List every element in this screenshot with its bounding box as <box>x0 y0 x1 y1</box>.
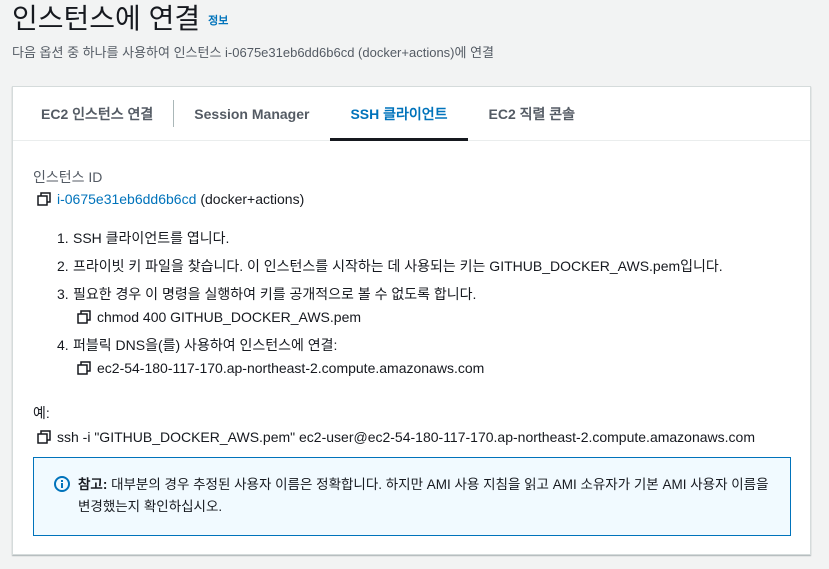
example-command-row: ssh -i "GITHUB_DOCKER_AWS.pem" ec2-user@… <box>37 429 755 445</box>
page-header: 인스턴스에 연결 정보 다음 옵션 중 하나를 사용하여 인스턴스 i-0675… <box>12 0 494 61</box>
example-command: ssh -i "GITHUB_DOCKER_AWS.pem" ec2-user@… <box>57 429 755 445</box>
step-1: 1. SSH 클라이언트를 엽니다. <box>57 229 723 247</box>
page-description: 다음 옵션 중 하나를 사용하여 인스턴스 i-0675e31eb6dd6b6c… <box>12 45 494 60</box>
copy-icon[interactable] <box>77 361 91 375</box>
instance-name: (docker+actions) <box>200 191 305 207</box>
copy-icon[interactable] <box>77 310 91 324</box>
info-alert: 참고: 대부분의 경우 추정된 사용자 이름은 정확합니다. 하지만 AMI 사… <box>33 457 791 536</box>
copy-icon[interactable] <box>37 192 51 206</box>
title-row: 인스턴스에 연결 정보 <box>12 0 494 38</box>
info-icon <box>54 476 70 492</box>
chmod-command: chmod 400 GITHUB_DOCKER_AWS.pem <box>97 309 362 325</box>
info-link[interactable]: 정보 <box>208 12 228 28</box>
public-dns-row: ec2-54-180-117-170.ap-northeast-2.comput… <box>77 359 723 377</box>
instance-id-row: i-0675e31eb6dd6b6cd (docker+actions) <box>37 191 304 207</box>
step-4: 4. 퍼블릭 DNS을(를) 사용하여 인스턴스에 연결: ec2-54-180-… <box>57 336 723 377</box>
tab-session-manager[interactable]: Session Manager <box>174 87 329 140</box>
copy-icon[interactable] <box>37 430 51 444</box>
step-number: 4. <box>57 337 69 353</box>
step-number: 2. <box>57 258 69 274</box>
page-title: 인스턴스에 연결 <box>12 3 201 34</box>
step-text: 프라이빗 키 파일을 찾습니다. 이 인스턴스를 시작하는 데 사용되는 키는 … <box>73 258 723 274</box>
tab-ec2-instance-connect[interactable]: EC2 인스턴스 연결 <box>21 87 173 140</box>
step-text: 퍼블릭 DNS을(를) 사용하여 인스턴스에 연결: <box>73 337 338 353</box>
step-number: 3. <box>57 286 69 302</box>
step-text: 필요한 경우 이 명령을 실행하여 키를 공개적으로 볼 수 없도록 합니다. <box>73 286 477 302</box>
connect-panel: EC2 인스턴스 연결 Session Manager SSH 클라이언트 EC… <box>12 86 811 555</box>
example-label: 예: <box>33 405 50 421</box>
instance-id-link[interactable]: i-0675e31eb6dd6b6cd <box>57 191 196 207</box>
step-3: 3. 필요한 경우 이 명령을 실행하여 키를 공개적으로 볼 수 없도록 합니다… <box>57 285 723 326</box>
steps-list: 1. SSH 클라이언트를 엽니다. 2. 프라이빗 키 파일을 찾습니다. 이 인… <box>57 229 723 387</box>
step-text: SSH 클라이언트를 엽니다. <box>73 230 230 246</box>
tab-bar: EC2 인스턴스 연결 Session Manager SSH 클라이언트 EC… <box>13 87 810 141</box>
instance-id-label: 인스턴스 ID <box>33 169 103 185</box>
tab-ssh-client[interactable]: SSH 클라이언트 <box>330 87 468 141</box>
note-bold: 참고: <box>78 477 108 492</box>
step-2: 2. 프라이빗 키 파일을 찾습니다. 이 인스턴스를 시작하는 데 사용되는 키… <box>57 257 723 275</box>
public-dns: ec2-54-180-117-170.ap-northeast-2.comput… <box>97 360 485 376</box>
note-text: 대부분의 경우 추정된 사용자 이름은 정확합니다. 하지만 AMI 사용 지침… <box>78 477 769 514</box>
chmod-command-row: chmod 400 GITHUB_DOCKER_AWS.pem <box>77 308 723 326</box>
step-number: 1. <box>57 230 69 246</box>
tab-ec2-serial-console[interactable]: EC2 직렬 콘솔 <box>469 87 596 140</box>
